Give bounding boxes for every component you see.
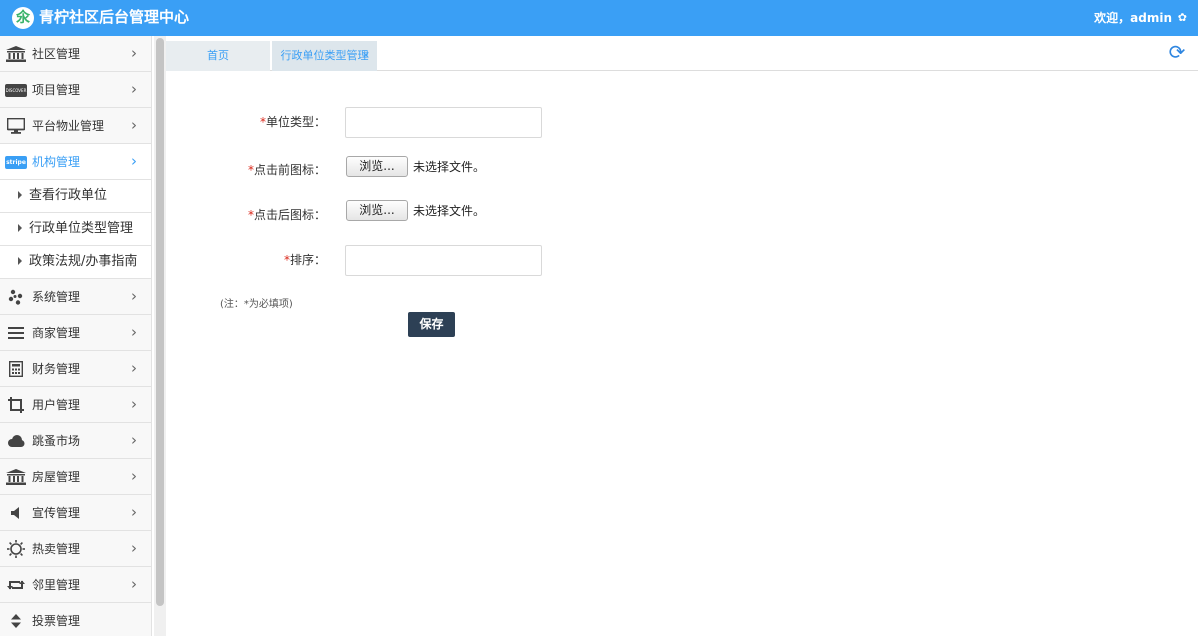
unit-type-form: *单位类型： *点击前图标： 浏览... 未选择文件。 *点击后图标： 浏览..… <box>166 71 1198 636</box>
chevron-right-icon: › <box>131 467 137 485</box>
sidebar-item-merchant[interactable]: 商家管理 › <box>0 315 151 351</box>
chevron-right-icon: › <box>131 287 137 305</box>
caret-right-icon <box>18 224 22 232</box>
yelp-icon <box>5 288 27 306</box>
sidebar-item-neighborhood[interactable]: 邻里管理 › <box>0 567 151 603</box>
sidebar-scrollbar[interactable] <box>154 36 166 636</box>
top-header: 氽 青柠社区后台管理中心 欢迎，admin ✿ <box>0 0 1198 36</box>
submenu-item-label: 政策法规/办事指南 <box>29 254 138 269</box>
close-icon[interactable]: × <box>362 41 370 71</box>
sidebar-item-organization[interactable]: stripe 机构管理 › <box>0 144 151 180</box>
sidebar-item-label: 投票管理 <box>32 614 81 628</box>
bank-icon <box>5 468 27 486</box>
sidebar-item-label: 社区管理 <box>32 47 81 61</box>
sidebar-item-voting[interactable]: 投票管理 <box>0 603 151 636</box>
list-icon <box>5 324 27 342</box>
monitor-icon <box>5 117 27 135</box>
tab-home[interactable]: 首页 <box>166 41 270 71</box>
welcome-user-link[interactable]: 欢迎，admin <box>1094 10 1172 26</box>
sidebar-item-system[interactable]: 系统管理 › <box>0 279 151 315</box>
tab-admin-unit-types[interactable]: 行政单位类型管理 × <box>272 41 377 71</box>
sidebar-item-label: 系统管理 <box>32 290 81 304</box>
sidebar-item-community[interactable]: 社区管理 › <box>0 36 151 72</box>
required-note: (注：*为必填项) <box>220 299 293 310</box>
sidebar-item-label: 商家管理 <box>32 326 81 340</box>
sidebar-item-label: 宣传管理 <box>32 506 81 520</box>
sidebar-item-label: 用户管理 <box>32 398 81 412</box>
after-click-icon-label: *点击后图标： <box>247 208 326 222</box>
sidebar-item-label: 平台物业管理 <box>32 119 105 133</box>
after-icon-browse-button[interactable]: 浏览... <box>346 200 408 221</box>
chevron-right-icon: › <box>131 539 137 557</box>
sidebar-item-housing[interactable]: 房屋管理 › <box>0 459 151 495</box>
sidebar: 社区管理 › DISCOVER 项目管理 › 平台物业管理 › stripe 机… <box>0 36 152 636</box>
before-click-icon-label: *点击前图标： <box>247 163 326 177</box>
chevron-right-icon: › <box>131 431 137 449</box>
chevron-right-icon: › <box>131 152 137 170</box>
sidebar-item-hot-sale[interactable]: 热卖管理 › <box>0 531 151 567</box>
sidebar-item-label: 机构管理 <box>32 155 81 169</box>
stripe-icon: stripe <box>5 153 27 171</box>
sidebar-item-label: 项目管理 <box>32 83 81 97</box>
refresh-icon[interactable]: ⟳ <box>1166 41 1188 63</box>
chevron-right-icon: › <box>131 395 137 413</box>
sidebar-item-label: 跳蚤市场 <box>32 434 81 448</box>
chevron-right-icon: › <box>131 44 137 62</box>
sidebar-item-project[interactable]: DISCOVER 项目管理 › <box>0 72 151 108</box>
before-icon-browse-button[interactable]: 浏览... <box>346 156 408 177</box>
tab-label: 首页 <box>207 49 229 62</box>
gear-icon[interactable]: ✿ <box>1178 10 1187 26</box>
sidebar-scrollbar-thumb[interactable] <box>156 38 164 606</box>
crop-icon <box>5 396 27 414</box>
chevron-right-icon: › <box>131 359 137 377</box>
chevron-right-icon: › <box>131 80 137 98</box>
bank-icon <box>5 45 27 63</box>
submenu-item-admin-unit-types[interactable]: 行政单位类型管理 <box>0 213 151 246</box>
sidebar-item-publicity[interactable]: 宣传管理 › <box>0 495 151 531</box>
before-icon-file-status: 未选择文件。 <box>413 160 486 174</box>
sort-order-input[interactable] <box>345 245 542 276</box>
cloud-icon <box>5 432 27 450</box>
sidebar-item-property[interactable]: 平台物业管理 › <box>0 108 151 144</box>
caret-right-icon <box>18 191 22 199</box>
unit-type-label: *单位类型： <box>259 115 326 129</box>
after-icon-file-status: 未选择文件。 <box>413 204 486 218</box>
caret-right-icon <box>18 257 22 265</box>
sidebar-item-label: 邻里管理 <box>32 578 81 592</box>
sidebar-item-finance[interactable]: 财务管理 › <box>0 351 151 387</box>
volume-icon <box>5 504 27 522</box>
tab-label: 行政单位类型管理 <box>280 49 369 62</box>
sidebar-item-label: 房屋管理 <box>32 470 81 484</box>
chevron-right-icon: › <box>131 116 137 134</box>
submenu-item-policy-guide[interactable]: 政策法规/办事指南 <box>0 246 151 279</box>
retweet-icon <box>5 576 27 594</box>
sort-icon <box>5 612 27 630</box>
tab-bar: 首页 行政单位类型管理 × ⟳ <box>166 36 1198 71</box>
logo-icon: 氽 <box>12 7 34 29</box>
submenu-item-label: 查看行政单位 <box>29 188 108 203</box>
sun-icon <box>5 540 27 558</box>
sidebar-item-user[interactable]: 用户管理 › <box>0 387 151 423</box>
unit-type-input[interactable] <box>345 107 542 138</box>
app-title: 青柠社区后台管理中心 <box>39 8 190 26</box>
chevron-right-icon: › <box>131 503 137 521</box>
discover-card-icon: DISCOVER <box>5 81 27 99</box>
submenu-item-view-admin-units[interactable]: 查看行政单位 <box>0 180 151 213</box>
save-button[interactable]: 保存 <box>408 312 455 337</box>
chevron-right-icon: › <box>131 323 137 341</box>
sidebar-item-label: 热卖管理 <box>32 542 81 556</box>
submenu-item-label: 行政单位类型管理 <box>29 221 134 236</box>
sidebar-item-flea-market[interactable]: 跳蚤市场 › <box>0 423 151 459</box>
calculator-icon <box>5 360 27 378</box>
sort-order-label: *排序： <box>283 253 326 267</box>
chevron-right-icon: › <box>131 575 137 593</box>
sidebar-item-label: 财务管理 <box>32 362 81 376</box>
